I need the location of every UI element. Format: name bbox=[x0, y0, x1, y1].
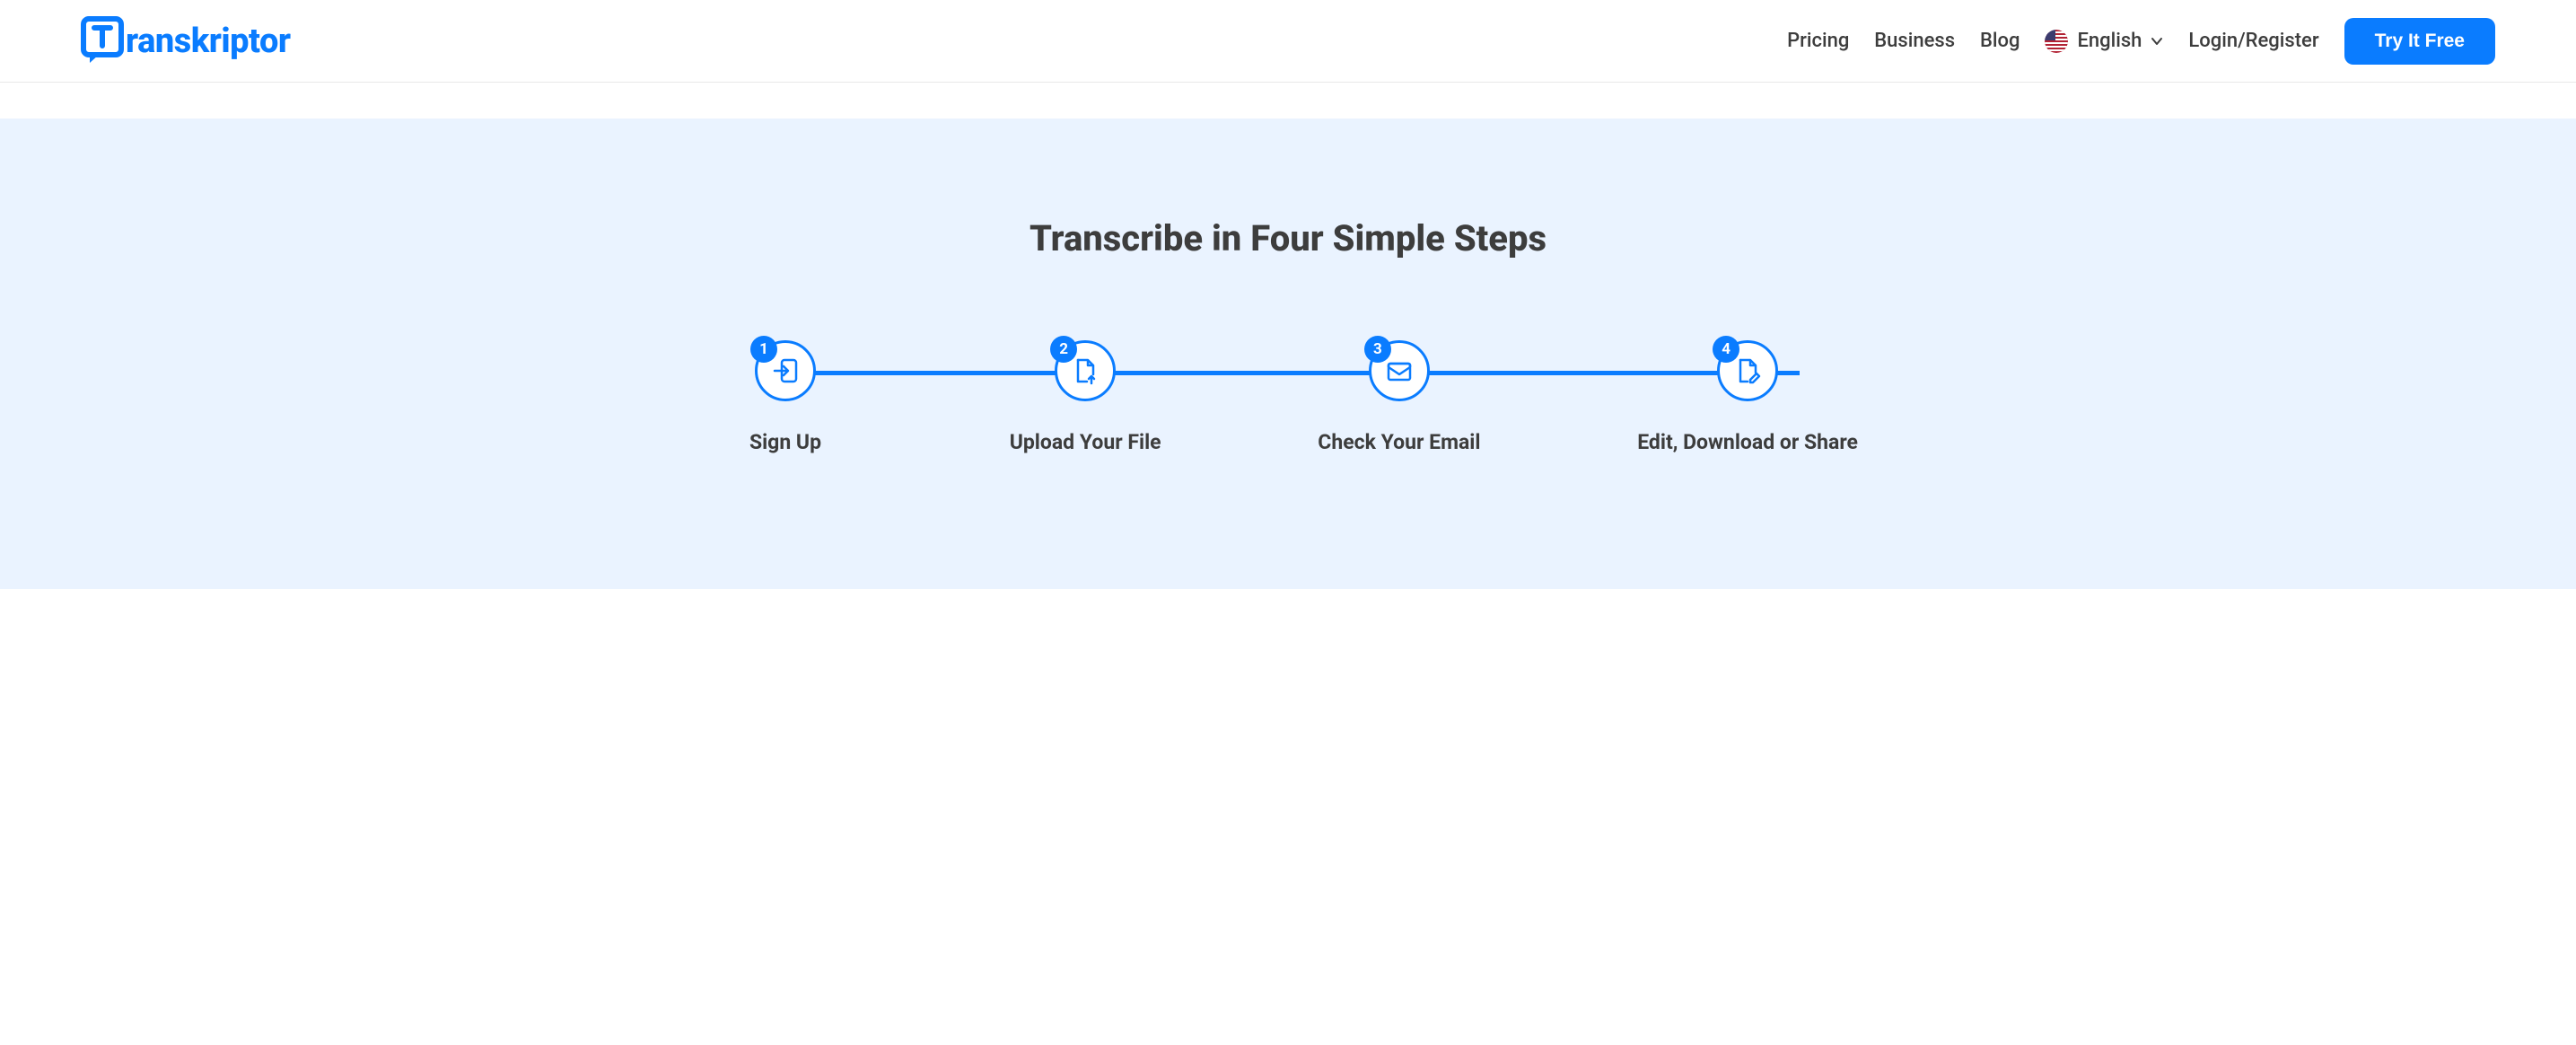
step-circle: 4 bbox=[1717, 340, 1778, 401]
file-edit-icon bbox=[1733, 356, 1762, 385]
mail-icon bbox=[1385, 356, 1414, 385]
nav-login-register[interactable]: Login/Register bbox=[2188, 30, 2318, 52]
step-upload: 2 Upload Your File bbox=[1010, 340, 1161, 454]
steps-row: 1 Sign Up 2 bbox=[709, 340, 1867, 454]
logo[interactable]: ranskriptor bbox=[81, 16, 291, 66]
steps-section: Transcribe in Four Simple Steps 1 Sign U… bbox=[0, 119, 2576, 589]
signin-icon bbox=[771, 356, 800, 385]
step-label: Sign Up bbox=[749, 430, 821, 454]
step-label: Check Your Email bbox=[1318, 430, 1480, 454]
spacer bbox=[0, 83, 2576, 119]
step-signup: 1 Sign Up bbox=[718, 340, 853, 454]
language-label: English bbox=[2077, 30, 2142, 52]
nav-business[interactable]: Business bbox=[1874, 30, 1955, 52]
steps-title: Transcribe in Four Simple Steps bbox=[0, 217, 2576, 259]
nav-blog[interactable]: Blog bbox=[1980, 30, 2020, 52]
step-number-badge: 3 bbox=[1364, 336, 1391, 363]
step-number-badge: 4 bbox=[1713, 336, 1739, 363]
step-number-badge: 1 bbox=[750, 336, 777, 363]
step-circle: 1 bbox=[755, 340, 816, 401]
logo-text: ranskriptor bbox=[126, 22, 291, 61]
step-circle: 2 bbox=[1055, 340, 1116, 401]
nav-pricing[interactable]: Pricing bbox=[1787, 30, 1849, 52]
us-flag-icon bbox=[2045, 30, 2068, 53]
step-edit: 4 Edit, Download or Share bbox=[1637, 340, 1858, 454]
site-header: ranskriptor Pricing Business Blog bbox=[0, 0, 2576, 83]
language-selector[interactable]: English bbox=[2045, 30, 2163, 53]
step-label: Upload Your File bbox=[1010, 430, 1161, 454]
step-email: 3 Check Your Email bbox=[1318, 340, 1480, 454]
step-circle: 3 bbox=[1369, 340, 1430, 401]
step-number-badge: 2 bbox=[1050, 336, 1077, 363]
chevron-down-icon bbox=[2151, 35, 2163, 48]
try-free-button[interactable]: Try It Free bbox=[2344, 18, 2495, 65]
step-label: Edit, Download or Share bbox=[1637, 430, 1858, 454]
main-nav: Pricing Business Blog bbox=[1787, 18, 2495, 65]
logo-mark-icon bbox=[81, 16, 126, 66]
file-upload-icon bbox=[1071, 356, 1100, 385]
